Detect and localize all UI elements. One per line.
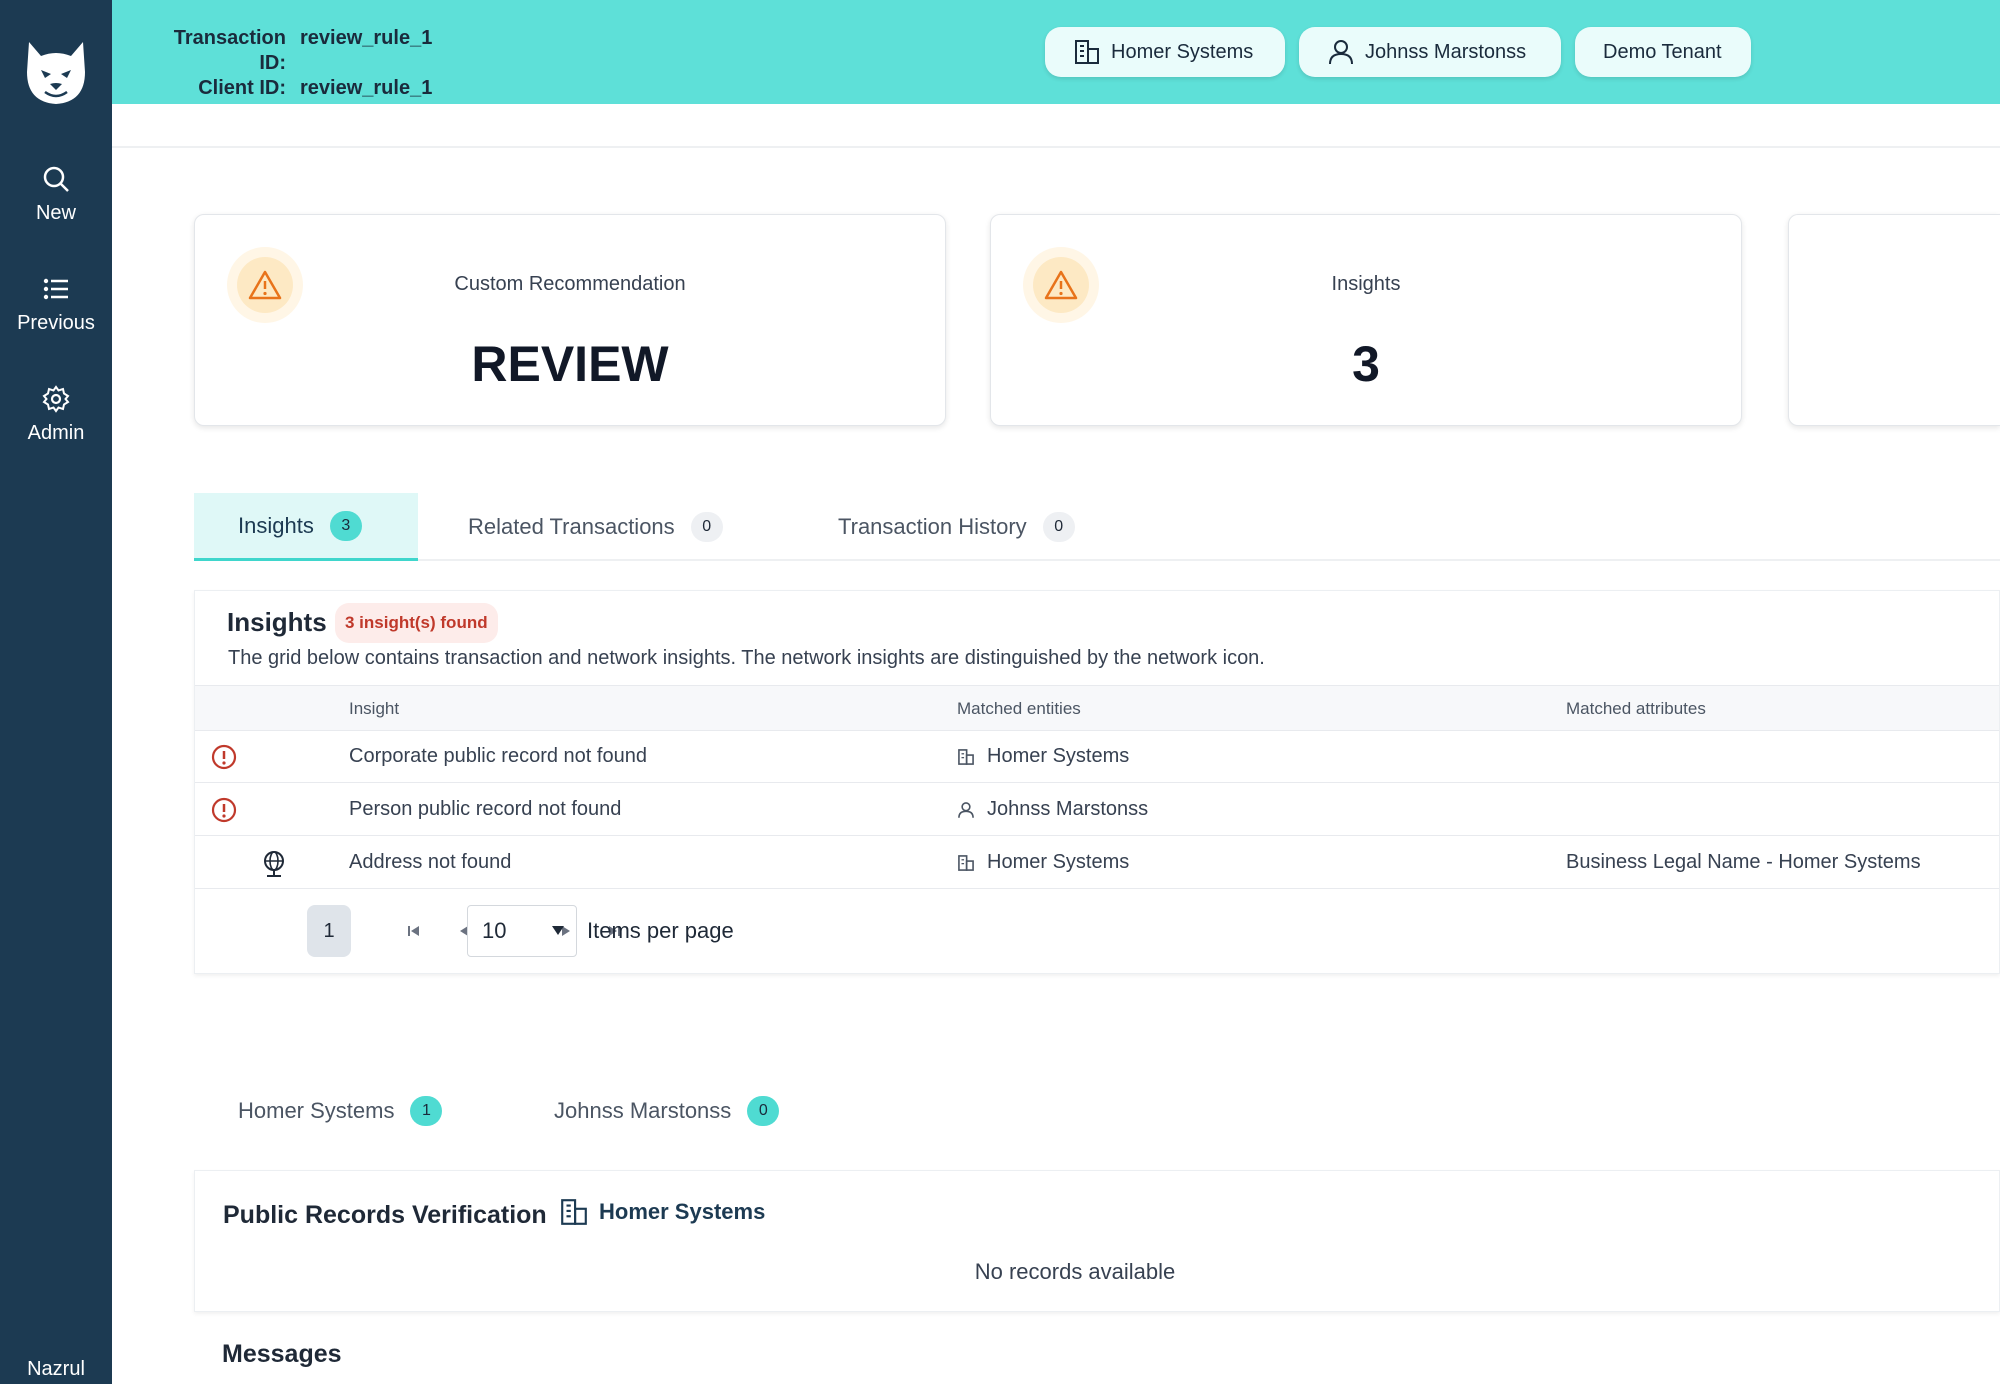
sidebar: New Previous Admin Nazrul (0, 0, 112, 1384)
sub-toolbar (112, 104, 2000, 148)
panel-title: Insights (227, 607, 327, 637)
page-number-button[interactable]: 1 (307, 905, 351, 957)
public-records-title: Public Records Verification (223, 1201, 547, 1229)
items-per-page-select[interactable]: 10 (467, 905, 577, 957)
alert-circle-icon (211, 744, 237, 776)
tab-label: Transaction History (838, 514, 1027, 539)
tenant-pill[interactable]: Demo Tenant (1575, 27, 1751, 77)
entity-tab-johnss-marstonss[interactable]: Johnss Marstonss 0 (554, 1086, 780, 1136)
pill-label: Homer Systems (1111, 40, 1254, 63)
entity-name: Homer Systems (987, 745, 1130, 767)
insight-text: Address not found (349, 851, 512, 873)
table-row[interactable]: Address not found Homer Systems Business… (195, 837, 1999, 889)
main-tabs: Insights 3 Related Transactions 0 Transa… (194, 493, 2000, 561)
first-page-button[interactable] (393, 905, 435, 957)
matched-entity: Homer Systems (957, 851, 1129, 874)
pill-label: Demo Tenant (1603, 40, 1722, 63)
entity-tab-label: Homer Systems (238, 1098, 395, 1123)
nav-previous-label: Previous (17, 312, 95, 334)
entity-tab-count: 1 (410, 1096, 443, 1126)
entity-pill-johnss-marstonss[interactable]: Johnss Marstonss (1299, 27, 1561, 77)
pagination: 1 10 Items per page (195, 905, 1999, 961)
table-row[interactable]: Corporate public record not found Homer … (195, 731, 1999, 783)
transaction-info: Transaction ID: review_rule_1 Client ID:… (160, 26, 433, 101)
recommendation-card: Custom Recommendation REVIEW (194, 214, 946, 426)
person-icon (958, 801, 974, 818)
entity-tab-homer-systems[interactable]: Homer Systems 1 (238, 1086, 443, 1136)
public-records-entity-name: Homer Systems (599, 1199, 766, 1224)
grid-header: Insight Matched entities Matched attribu… (195, 685, 1999, 731)
tab-transaction-history[interactable]: Transaction History 0 (794, 493, 1119, 561)
column-header-matched-attributes[interactable]: Matched attributes (1566, 699, 1706, 719)
entity-tab-label: Johnss Marstonss (554, 1098, 732, 1123)
tab-label: Insights (238, 512, 314, 538)
third-card-partial (1788, 214, 2000, 426)
tab-insights[interactable]: Insights 3 (194, 493, 418, 561)
items-per-page-label: Items per page (587, 918, 734, 943)
insight-text: Person public record not found (349, 798, 622, 820)
search-icon (41, 164, 71, 194)
tab-count: 3 (329, 510, 362, 541)
matched-entity: Homer Systems (957, 745, 1129, 768)
client-id-value: review_rule_1 (300, 77, 433, 99)
pill-label: Johnss Marstonss (1365, 40, 1527, 63)
building-icon (958, 854, 974, 871)
first-page-icon (408, 926, 419, 936)
items-per-page-value: 10 (482, 918, 507, 943)
nav-admin-label: Admin (27, 422, 85, 444)
user-name[interactable]: Nazrul (0, 1358, 112, 1381)
tab-count: 0 (690, 512, 723, 542)
wildcat-logo[interactable] (23, 38, 89, 108)
entity-name: Johnss Marstonss (987, 798, 1149, 820)
entity-pill-homer-systems[interactable]: Homer Systems (1045, 27, 1285, 77)
insights-panel: Insights 3 insight(s) found The grid bel… (194, 590, 2000, 974)
empty-state-text: No records available (974, 1259, 1176, 1284)
tab-label: Related Transactions (468, 514, 675, 539)
nav-previous[interactable]: Previous (0, 274, 112, 335)
card-value: REVIEW (471, 336, 669, 392)
table-row[interactable]: Person public record not found Johnss Ma… (195, 784, 1999, 836)
insights-card: Insights 3 (990, 214, 1742, 426)
card-label: Custom Recommendation (454, 273, 686, 295)
card-value: 3 (1352, 336, 1380, 392)
nav-admin[interactable]: Admin (0, 384, 112, 445)
public-records-entity[interactable]: Homer Systems (559, 1197, 765, 1227)
insight-count-badge: 3 insight(s) found (335, 603, 498, 643)
column-header-matched-entities[interactable]: Matched entities (957, 699, 1081, 719)
matched-entity: Johnss Marstonss (957, 798, 1148, 821)
matched-attributes: Business Legal Name - Homer Systems (1566, 851, 1921, 873)
transaction-id-label: Transaction ID: (173, 27, 286, 74)
building-icon (958, 748, 974, 765)
insight-text: Corporate public record not found (349, 745, 647, 767)
transaction-id-value: review_rule_1 (300, 27, 433, 49)
panel-description: The grid below contains transaction and … (228, 647, 1265, 669)
nav-new-label: New (35, 202, 76, 224)
entity-tab-count: 0 (747, 1096, 780, 1126)
building-icon (561, 1199, 587, 1225)
list-icon (41, 274, 71, 304)
gear-icon (41, 384, 71, 414)
chevron-down-icon (552, 926, 564, 935)
card-label: Insights (1331, 273, 1401, 295)
person-icon (1329, 40, 1353, 65)
nav-new[interactable]: New (0, 164, 112, 225)
alert-circle-icon (211, 797, 237, 829)
network-globe-icon (261, 850, 287, 884)
client-id-label: Client ID: (198, 77, 286, 99)
building-icon (1075, 40, 1099, 64)
column-header-insight[interactable]: Insight (349, 699, 399, 719)
header: Transaction ID: review_rule_1 Client ID:… (112, 0, 2000, 104)
entity-name: Homer Systems (987, 851, 1130, 873)
messages-title: Messages (222, 1340, 342, 1368)
tab-count: 0 (1042, 512, 1075, 542)
tab-related-transactions[interactable]: Related Transactions 0 (424, 493, 767, 561)
public-records-panel: Public Records Verification Homer System… (194, 1170, 2000, 1312)
